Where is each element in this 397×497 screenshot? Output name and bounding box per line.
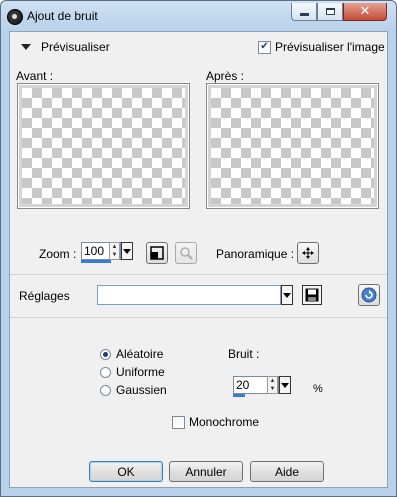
close-icon: ✕ [359, 4, 371, 19]
dialog-body: Prévisualiser ✔ Prévisualiser l'image Av… [9, 31, 388, 488]
pan-label: Panoramique : [216, 247, 295, 261]
radio-unselected-icon [100, 384, 111, 396]
divider [10, 274, 387, 275]
spin-up-icon[interactable]: ▲ [110, 243, 119, 251]
zoom-label: Zoom : [39, 247, 77, 261]
preview-toggle-label: Prévisualiser [41, 40, 110, 54]
fit-window-icon [150, 246, 164, 260]
floppy-disk-icon [305, 288, 319, 302]
maximize-icon [325, 8, 335, 15]
after-preview[interactable] [206, 83, 379, 209]
transparency-checkerboard [211, 88, 374, 204]
minimize-icon [299, 13, 309, 16]
window-title: Ajout de bruit [27, 9, 98, 23]
preview-toggle[interactable]: Prévisualiser [21, 40, 110, 54]
noise-amount-label: Bruit : [228, 347, 260, 361]
help-button[interactable]: Aide [250, 461, 324, 482]
radio-gaussian[interactable]: Gaussien [100, 381, 167, 399]
before-preview[interactable] [17, 83, 190, 209]
close-button[interactable]: ✕ [343, 3, 387, 21]
reset-icon [361, 287, 377, 303]
transparency-checkerboard [22, 88, 185, 204]
spin-down-icon[interactable]: ▼ [110, 251, 119, 259]
maximize-button[interactable] [317, 3, 343, 21]
dropdown-arrow-icon [281, 382, 289, 388]
noise-amount-dropdown-button[interactable] [279, 376, 291, 394]
dropdown-arrow-icon [123, 248, 131, 254]
save-preset-button[interactable] [302, 285, 322, 305]
monochrome-label: Monochrome [189, 415, 260, 429]
noise-type-group: Aléatoire Uniforme Gaussien [100, 345, 167, 399]
radio-unselected-icon [100, 366, 111, 378]
spin-up-icon[interactable]: ▲ [268, 377, 277, 385]
radio-uniform-label: Uniforme [116, 365, 165, 379]
zoom-fit-button[interactable] [146, 242, 168, 264]
spin-down-icon[interactable]: ▼ [268, 385, 277, 393]
presets-dropdown[interactable] [97, 285, 293, 305]
zoom-input[interactable]: 100 ▲ ▼ [81, 242, 121, 260]
collapse-triangle-icon [21, 44, 31, 50]
divider [10, 317, 387, 318]
magnifier-icon [180, 247, 193, 260]
checkbox-checked-icon: ✔ [258, 40, 271, 54]
zoom-dropdown-button[interactable] [121, 242, 133, 260]
noise-amount-value: 20 [236, 378, 250, 392]
presets-dropdown-button[interactable] [281, 285, 293, 305]
pan-button[interactable] [297, 242, 319, 264]
presets-label: Réglages [19, 289, 70, 303]
radio-selected-icon [100, 348, 111, 360]
radio-gaussian-label: Gaussien [116, 383, 167, 397]
noise-amount-control: 20 ▲ ▼ [233, 376, 291, 397]
dropdown-arrow-icon [283, 292, 291, 298]
radio-uniform[interactable]: Uniforme [100, 363, 167, 381]
before-label: Avant : [16, 69, 54, 83]
zoom-spinner[interactable]: ▲ ▼ [109, 242, 120, 260]
minimize-button[interactable] [291, 3, 317, 21]
zoom-control: 100 ▲ ▼ [81, 242, 133, 263]
zoom-value: 100 [84, 244, 105, 258]
zoom-slider-track[interactable] [81, 260, 111, 263]
app-icon [7, 9, 23, 25]
noise-amount-unit: % [313, 383, 323, 395]
radio-dot [103, 351, 108, 357]
noise-amount-input[interactable]: 20 ▲ ▼ [233, 376, 279, 394]
ok-button[interactable]: OK [89, 461, 163, 482]
monochrome-checkbox[interactable]: Monochrome [172, 415, 259, 429]
zoom-to-actual-button[interactable] [175, 242, 197, 264]
preview-on-image-checkbox[interactable]: ✔ Prévisualiser l'image [258, 40, 385, 54]
cancel-button[interactable]: Annuler [169, 461, 243, 482]
preview-on-image-label: Prévisualiser l'image [275, 40, 385, 54]
presets-input[interactable] [97, 285, 281, 305]
after-label: Après : [206, 69, 245, 83]
title-bar[interactable]: Ajout de bruit ✕ [1, 1, 396, 31]
radio-random[interactable]: Aléatoire [100, 345, 167, 363]
reset-defaults-button[interactable] [358, 284, 380, 306]
checkbox-unchecked-icon [172, 415, 185, 429]
move-arrows-icon [302, 247, 314, 259]
noise-amount-spinner[interactable]: ▲ ▼ [267, 376, 278, 394]
dialog-window: Ajout de bruit ✕ Prévisualiser ✔ Prévisu… [0, 0, 397, 497]
radio-random-label: Aléatoire [116, 347, 164, 361]
noise-amount-slider-track[interactable] [233, 394, 245, 397]
